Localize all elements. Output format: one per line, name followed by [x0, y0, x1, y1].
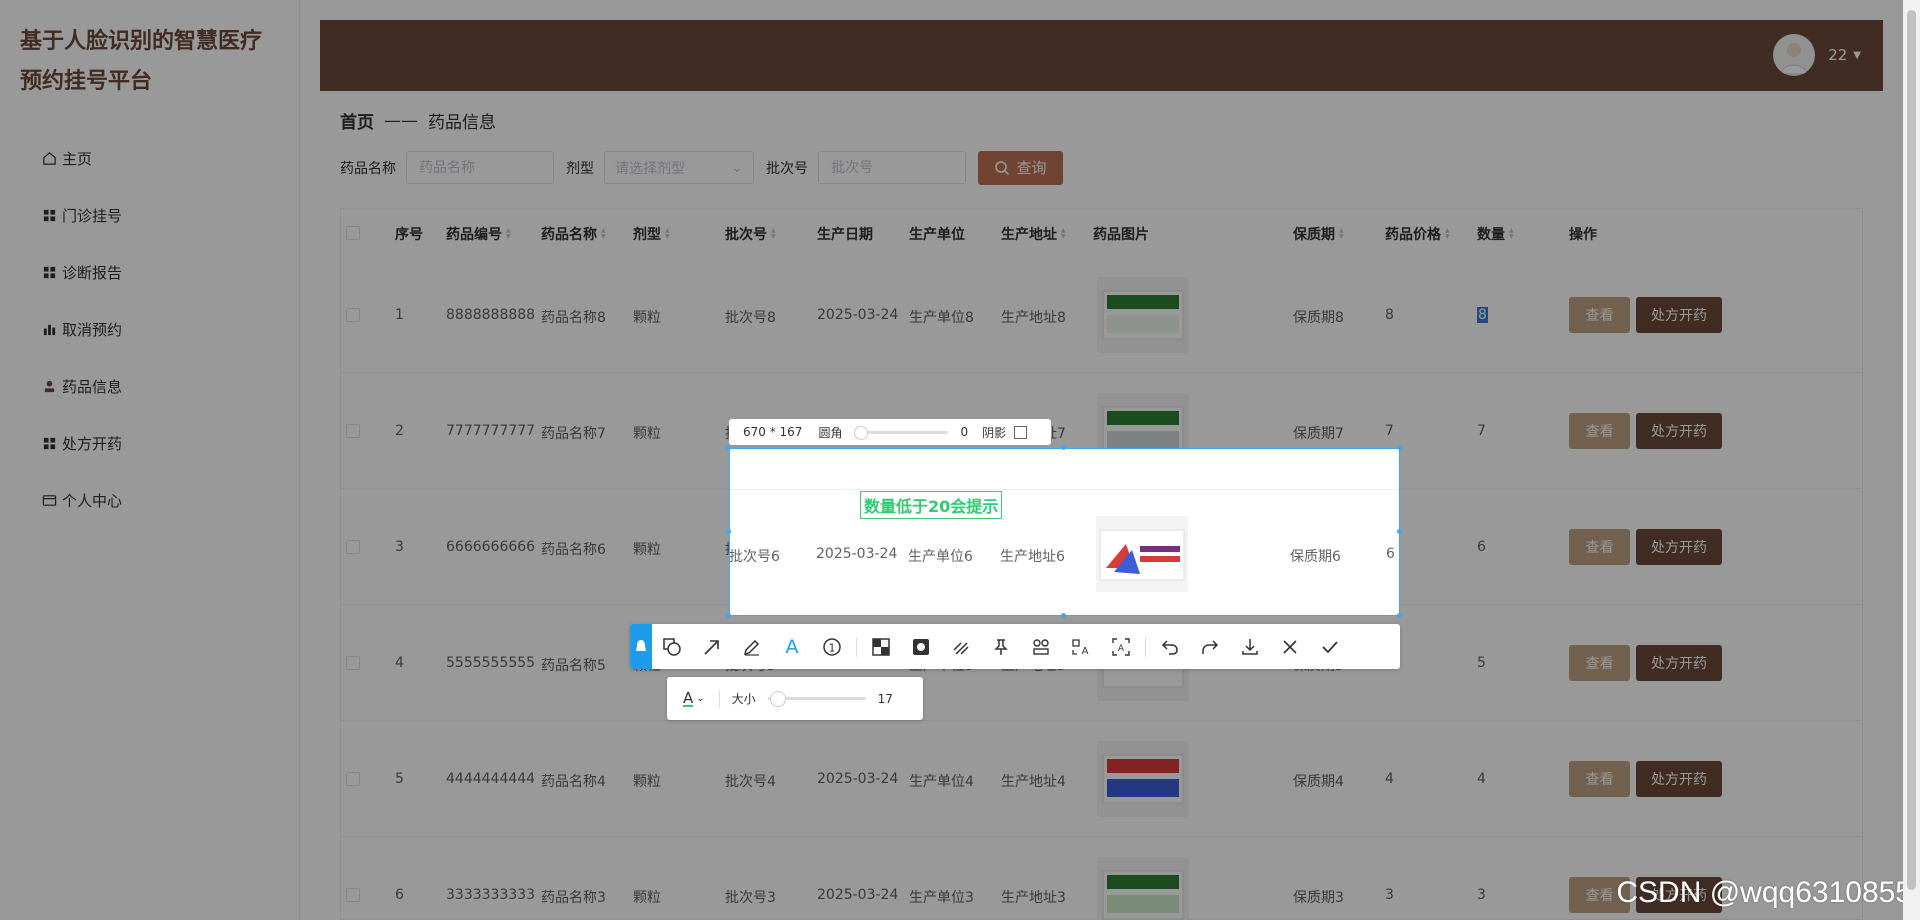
- captured-medicine-image: [1096, 516, 1188, 592]
- text-color-picker[interactable]: A ⌄: [683, 690, 705, 707]
- radius-slider[interactable]: [854, 425, 949, 440]
- text-options-panel: A ⌄ 大小 17: [667, 677, 923, 720]
- resize-handle[interactable]: [1397, 529, 1402, 534]
- size-label: 大小: [731, 692, 756, 706]
- resize-handle[interactable]: [726, 529, 731, 534]
- text-recognition-icon[interactable]: A: [1101, 624, 1141, 669]
- shadow-checkbox[interactable]: [1014, 425, 1028, 439]
- toolbar-divider: [1145, 636, 1146, 657]
- translate-icon[interactable]: A: [1061, 624, 1101, 669]
- panel-divider: [718, 689, 720, 708]
- resize-handle[interactable]: [726, 445, 731, 450]
- captured-date: 2025-03-24: [816, 546, 898, 562]
- svg-text:A: A: [1118, 644, 1125, 654]
- undo-icon[interactable]: [1150, 624, 1190, 669]
- captured-shelf: 保质期6: [1290, 549, 1341, 565]
- captured-batch: 批次号6: [729, 549, 780, 565]
- resize-handle[interactable]: [1061, 445, 1066, 450]
- text-icon[interactable]: A: [772, 624, 812, 669]
- row-divider: [730, 489, 1399, 490]
- ocr-icon[interactable]: [1021, 624, 1061, 669]
- shape-icon[interactable]: [652, 624, 692, 669]
- text-size-slider[interactable]: [767, 691, 866, 707]
- page-scrollbar[interactable]: [1903, 0, 1920, 920]
- pen-icon[interactable]: [732, 624, 772, 669]
- radius-label: 圆角: [818, 425, 843, 440]
- captured-price: 6: [1386, 546, 1395, 562]
- resize-handle[interactable]: [1061, 613, 1066, 618]
- svg-text:1: 1: [829, 641, 836, 654]
- captured-addr: 生产地址6: [1000, 549, 1065, 565]
- annotation-text[interactable]: 数量低于20会提示: [860, 491, 1003, 519]
- shadow-label: 阴影: [982, 425, 1007, 440]
- chevron-down-icon: ⌄: [696, 693, 705, 704]
- mosaic-icon[interactable]: [861, 624, 901, 669]
- redo-icon[interactable]: [1190, 624, 1230, 669]
- hatch-icon[interactable]: [941, 624, 981, 669]
- capture-size-bar: 670 * 167 圆角 0 阴影: [729, 419, 1051, 445]
- resize-handle[interactable]: [1397, 613, 1402, 618]
- toolbar-divider: [856, 636, 857, 657]
- pin-icon[interactable]: [630, 624, 652, 669]
- confirm-check-icon[interactable]: [1310, 624, 1350, 669]
- svg-text:A: A: [1082, 646, 1089, 657]
- arrow-icon[interactable]: [692, 624, 732, 669]
- screenshot-toolbar: A 1 A A: [630, 624, 1400, 669]
- resize-handle[interactable]: [1397, 445, 1402, 450]
- download-icon[interactable]: [1230, 624, 1270, 669]
- capture-region[interactable]: 批次号6 2025-03-24 生产单位6 生产地址6 保质期6 6: [729, 448, 1400, 616]
- number-marker-icon[interactable]: 1: [812, 624, 852, 669]
- radius-value: 0: [960, 425, 969, 439]
- blur-icon[interactable]: [901, 624, 941, 669]
- pin-to-screen-icon[interactable]: [981, 624, 1021, 669]
- capture-size: 670 * 167: [743, 425, 803, 439]
- watermark: CSDN @wqq6310855: [1616, 876, 1912, 909]
- resize-handle[interactable]: [726, 613, 731, 618]
- captured-unit: 生产单位6: [908, 549, 973, 565]
- scrollbar-thumb[interactable]: [1907, 10, 1916, 890]
- close-icon[interactable]: [1270, 624, 1310, 669]
- size-value: 17: [877, 691, 893, 706]
